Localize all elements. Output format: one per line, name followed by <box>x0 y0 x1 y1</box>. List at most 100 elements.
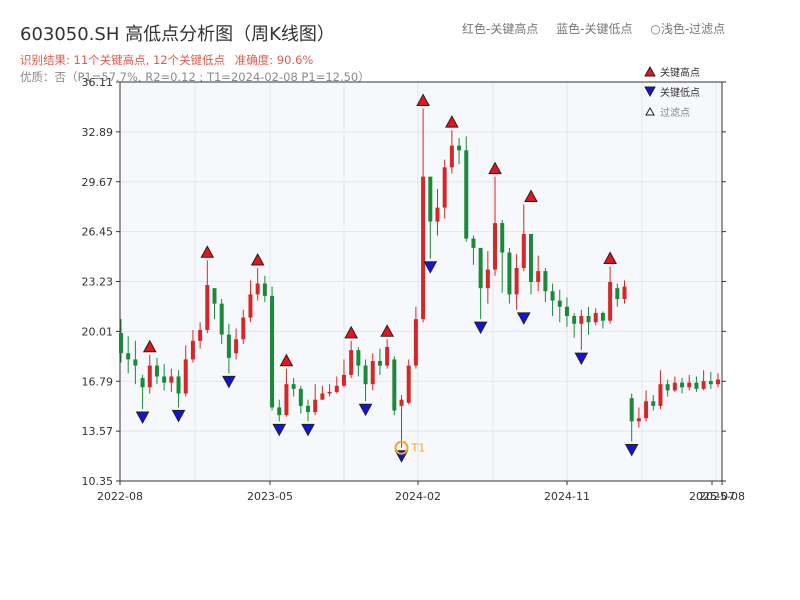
candle-body <box>464 150 469 239</box>
candle-body <box>341 374 346 386</box>
candle-body <box>298 388 303 406</box>
candle-body <box>183 359 188 394</box>
candle-body <box>255 283 260 295</box>
candle-body <box>385 347 390 366</box>
candle-body <box>248 294 253 318</box>
y-tick-label: 36.11 <box>82 76 114 89</box>
candle-body <box>478 247 483 289</box>
x-tick-label: 2025-08 <box>699 490 745 503</box>
candle-body <box>536 271 541 282</box>
candle-body <box>234 339 239 354</box>
candle-body <box>334 385 339 392</box>
candle-body <box>457 145 462 151</box>
candle-body <box>262 283 267 296</box>
candle-body <box>147 365 152 388</box>
legend-label: 关键高点 <box>660 66 700 79</box>
candle-body <box>406 365 411 403</box>
candle-body <box>241 317 246 340</box>
y-tick-label: 26.45 <box>82 226 114 239</box>
candle-body <box>528 233 533 282</box>
candle-body <box>716 379 720 385</box>
candle-body <box>550 291 555 301</box>
candle-body <box>557 300 562 307</box>
candlestick-chart: 10.35 13.57 16.79 20.01 23.23 26.45 29.67 32.89… <box>82 65 745 503</box>
candle-body <box>622 286 627 300</box>
candle-body <box>212 288 217 304</box>
candle-body <box>521 233 526 269</box>
candle-body <box>586 316 591 323</box>
candle-body <box>169 376 174 383</box>
candle-body <box>665 384 670 391</box>
candle-body <box>392 359 397 411</box>
candle-body <box>162 376 167 383</box>
y-tick-label: 23.23 <box>82 276 114 289</box>
candle-body <box>313 399 318 413</box>
candle-body <box>615 288 620 300</box>
candle-body <box>701 381 706 389</box>
candle-body <box>636 418 641 422</box>
candle-body <box>399 399 404 406</box>
candle-body <box>428 176 433 222</box>
x-tick-label: 2024-11 <box>544 490 590 503</box>
candle-body <box>176 376 181 394</box>
legend-label: 过滤点 <box>660 106 690 119</box>
candle-body <box>226 334 231 358</box>
x-tick-label: 2023-05 <box>247 490 293 503</box>
candle-body <box>579 316 584 324</box>
candle-body <box>672 382 677 391</box>
candle-body <box>507 252 512 295</box>
candle-body <box>377 360 382 366</box>
t1-label: T1 <box>411 442 426 455</box>
candle-body <box>413 319 418 366</box>
legend-high-icon <box>644 65 656 77</box>
candle-body <box>564 306 569 317</box>
candle-body <box>543 271 548 292</box>
candle-body <box>327 391 332 394</box>
candle-body <box>119 333 123 354</box>
candle-body <box>658 384 663 406</box>
candle-body <box>485 269 490 289</box>
candle-body <box>140 377 145 388</box>
candle-body <box>687 382 692 388</box>
candle-body <box>500 223 505 253</box>
candle-body <box>651 401 656 406</box>
y-tick-label: 29.67 <box>82 176 114 189</box>
candle-body <box>219 303 224 335</box>
candle-body <box>593 312 598 323</box>
y-tick-label: 10.35 <box>82 475 114 488</box>
candle-body <box>680 382 685 388</box>
candle-body <box>572 316 577 324</box>
candle-body <box>471 238 476 248</box>
candle-body <box>370 360 375 385</box>
candle-body <box>198 329 203 341</box>
candle-body <box>284 384 289 416</box>
candle-body <box>435 207 440 222</box>
candle-body <box>600 312 605 321</box>
x-tick-label: 2024-02 <box>395 490 441 503</box>
candle-body <box>449 145 454 168</box>
legend-label: 关键低点 <box>660 86 700 99</box>
candle-body <box>270 295 275 408</box>
candle-body <box>133 359 138 366</box>
candle-body <box>306 405 311 413</box>
y-tick-label: 13.57 <box>82 425 114 438</box>
candle-body <box>349 350 354 375</box>
candle-body <box>644 401 649 419</box>
y-tick-label: 20.01 <box>82 325 114 338</box>
candle-body <box>291 384 296 389</box>
candle-body <box>190 340 195 360</box>
candle-body <box>442 167 447 208</box>
candle-body <box>363 365 368 385</box>
candle-body <box>421 176 426 320</box>
candle-body <box>608 281 613 321</box>
candle-body <box>126 353 131 360</box>
candle-body <box>356 350 361 366</box>
y-tick-label: 32.89 <box>82 126 114 139</box>
candle-body <box>493 223 498 270</box>
candle-body <box>205 285 210 330</box>
candle-body <box>320 393 325 400</box>
candle-body <box>629 398 634 422</box>
candle-body <box>154 365 159 377</box>
candle-body <box>277 407 282 416</box>
candle-body <box>514 268 519 295</box>
